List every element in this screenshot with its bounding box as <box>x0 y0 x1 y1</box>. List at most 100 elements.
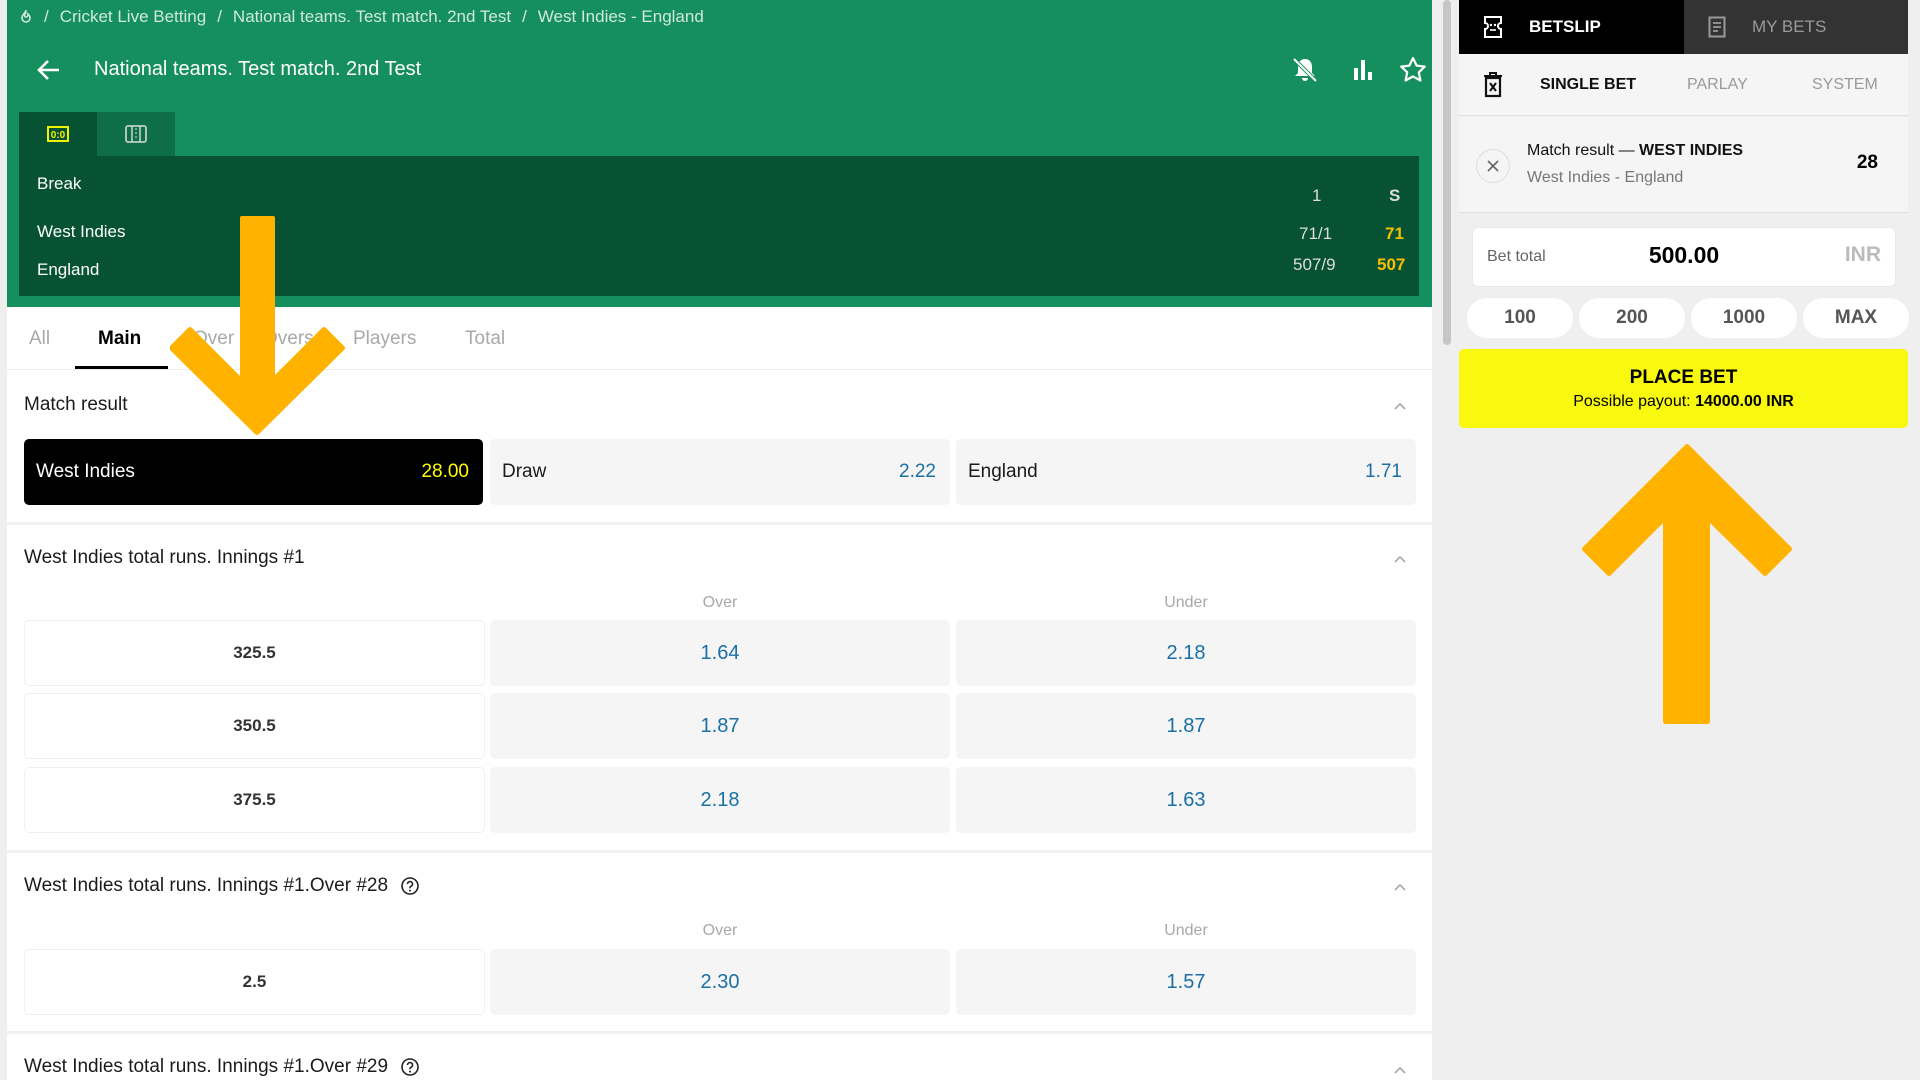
breadcrumb-separator: / <box>217 7 222 26</box>
page-title: National teams. Test match. 2nd Test <box>94 58 422 80</box>
tab-my-bets-label: MY BETS <box>1752 17 1827 36</box>
tab-overs[interactable]: Overs <box>263 328 314 350</box>
outcome-west-indies[interactable]: West Indies 28.00 <box>24 439 483 505</box>
total-line: 350.5 <box>24 693 485 759</box>
possible-payout: Possible payout: 14000.00 INR <box>1459 393 1908 411</box>
selection-title: Match result — WEST INDIES <box>1527 142 1743 160</box>
active-tab-indicator <box>75 366 168 369</box>
selection-odds: 28 <box>1856 152 1878 173</box>
under-column-label: Under <box>1164 922 1208 939</box>
market-title: Match result <box>24 394 128 415</box>
outcome-odds: 28.00 <box>421 461 469 482</box>
payout-label: Possible payout: <box>1573 393 1696 410</box>
scoreboard-icon: 0:0 <box>47 126 69 142</box>
breadcrumb-item-event[interactable]: West Indies - England <box>538 7 704 27</box>
bet-type-system[interactable]: SYSTEM <box>1812 76 1878 94</box>
bet-total-amount[interactable]: 500.00 <box>1473 242 1895 269</box>
over-odds-button[interactable]: 1.64 <box>490 620 950 686</box>
scrollbar-thumb[interactable] <box>1443 0 1451 345</box>
over-odds-button[interactable]: 1.87 <box>490 693 950 759</box>
market-title: West Indies total runs. Innings #1.Over … <box>24 1056 389 1077</box>
total-line: 2.5 <box>24 949 485 1015</box>
bell-off-icon[interactable] <box>1289 54 1321 86</box>
outcome-odds: 1.71 <box>1365 461 1402 482</box>
outcome-name: Draw <box>502 461 547 482</box>
section-divider <box>7 850 1432 853</box>
tab-field-view[interactable] <box>97 112 175 156</box>
bet-type-single[interactable]: SINGLE BET <box>1540 76 1636 94</box>
over-odds-button[interactable]: 2.30 <box>490 949 950 1015</box>
column-header-innings: 1 <box>1312 186 1322 205</box>
tab-betslip-label: BETSLIP <box>1529 17 1601 36</box>
market-title-row: West Indies total runs. Innings #1.Over … <box>24 1056 420 1078</box>
help-icon[interactable] <box>400 1057 420 1077</box>
outcome-name: West Indies <box>36 461 135 482</box>
chevron-up-icon[interactable] <box>1391 1064 1409 1076</box>
quick-amount-200[interactable]: 200 <box>1579 298 1685 338</box>
chevron-up-icon[interactable] <box>1391 553 1409 565</box>
payout-value: 14000.00 INR <box>1695 393 1794 410</box>
tab-players[interactable]: Players <box>353 328 416 350</box>
section-divider <box>7 1031 1432 1034</box>
tab-my-bets[interactable]: MY BETS <box>1684 0 1908 54</box>
tab-total[interactable]: Total <box>465 328 505 350</box>
clear-all-trash-icon[interactable] <box>1483 72 1503 98</box>
under-odds-button[interactable]: 1.57 <box>956 949 1416 1015</box>
match-status: Break <box>37 174 82 193</box>
breadcrumb-separator: / <box>522 7 527 26</box>
section-divider <box>7 522 1432 525</box>
chevron-up-icon[interactable] <box>1391 400 1409 412</box>
market-title: West Indies total runs. Innings #1 <box>24 547 305 568</box>
betslip-header: BETSLIP MY BETS <box>1459 0 1908 54</box>
team-name: England <box>37 260 100 279</box>
bet-type-selector: SINGLE BET PARLAY SYSTEM <box>1459 54 1908 116</box>
outcome-draw[interactable]: Draw 2.22 <box>490 439 950 505</box>
quick-amount-max[interactable]: MAX <box>1803 298 1909 338</box>
place-bet-button[interactable]: PLACE BET Possible payout: 14000.00 INR <box>1459 349 1908 428</box>
bet-total-input[interactable]: Bet total 500.00 INR <box>1472 227 1896 287</box>
column-header-total: S <box>1389 186 1401 205</box>
over-column-label: Over <box>702 594 738 611</box>
breadcrumb-separator: / <box>44 7 49 26</box>
team-total-score: 71 <box>1385 224 1404 243</box>
under-odds-button[interactable]: 1.63 <box>956 767 1416 833</box>
tab-over[interactable]: Over <box>193 328 234 350</box>
fire-icon[interactable] <box>19 9 33 25</box>
tab-main[interactable]: Main <box>98 328 141 350</box>
tab-scoreboard[interactable]: 0:0 <box>19 112 97 156</box>
betslip-panel: BETSLIP MY BETS SINGLE BET PARLAY SYSTEM… <box>1459 0 1909 1080</box>
breadcrumb: / Cricket Live Betting / National teams.… <box>19 6 704 28</box>
breadcrumb-item-tournament[interactable]: National teams. Test match. 2nd Test <box>233 7 511 27</box>
breadcrumb-item-cricket[interactable]: Cricket Live Betting <box>60 7 206 27</box>
market-title: West Indies total runs. Innings #1.Over … <box>24 875 389 896</box>
under-odds-button[interactable]: 2.18 <box>956 620 1416 686</box>
outcome-england[interactable]: England 1.71 <box>956 439 1416 505</box>
outcome-odds: 2.22 <box>899 461 936 482</box>
over-odds-button[interactable]: 2.18 <box>490 767 950 833</box>
under-odds-button[interactable]: 1.87 <box>956 693 1416 759</box>
place-bet-label: PLACE BET <box>1629 367 1738 388</box>
svg-text:0:0: 0:0 <box>51 130 66 141</box>
selection-event: West Indies - England <box>1527 169 1684 186</box>
total-line: 375.5 <box>24 767 485 833</box>
scoreboard: Break 1 S West Indies 71/1 71 England 50… <box>19 156 1419 296</box>
selection-market: Match result — <box>1527 142 1640 159</box>
quick-amount-1000[interactable]: 1000 <box>1691 298 1797 338</box>
back-arrow-icon[interactable] <box>35 56 63 84</box>
market-tabs: All Main Over Overs Players Total <box>7 316 1432 370</box>
help-icon[interactable] <box>400 876 420 896</box>
event-header: / Cricket Live Betting / National teams.… <box>7 0 1432 307</box>
outcome-name: England <box>968 461 1038 482</box>
field-icon <box>125 125 147 143</box>
selection-pick: WEST INDIES <box>1639 142 1744 159</box>
team-innings-score: 507/9 <box>1293 255 1336 274</box>
quick-amount-100[interactable]: 100 <box>1467 298 1573 338</box>
stats-bar-icon[interactable] <box>1347 54 1379 86</box>
star-icon[interactable] <box>1397 54 1429 86</box>
team-innings-score: 71/1 <box>1299 224 1333 243</box>
bet-type-parlay[interactable]: PARLAY <box>1687 76 1748 94</box>
remove-selection-button[interactable] <box>1476 149 1510 183</box>
tab-betslip[interactable]: BETSLIP <box>1459 0 1684 54</box>
chevron-up-icon[interactable] <box>1391 881 1409 893</box>
tab-all[interactable]: All <box>29 328 50 350</box>
